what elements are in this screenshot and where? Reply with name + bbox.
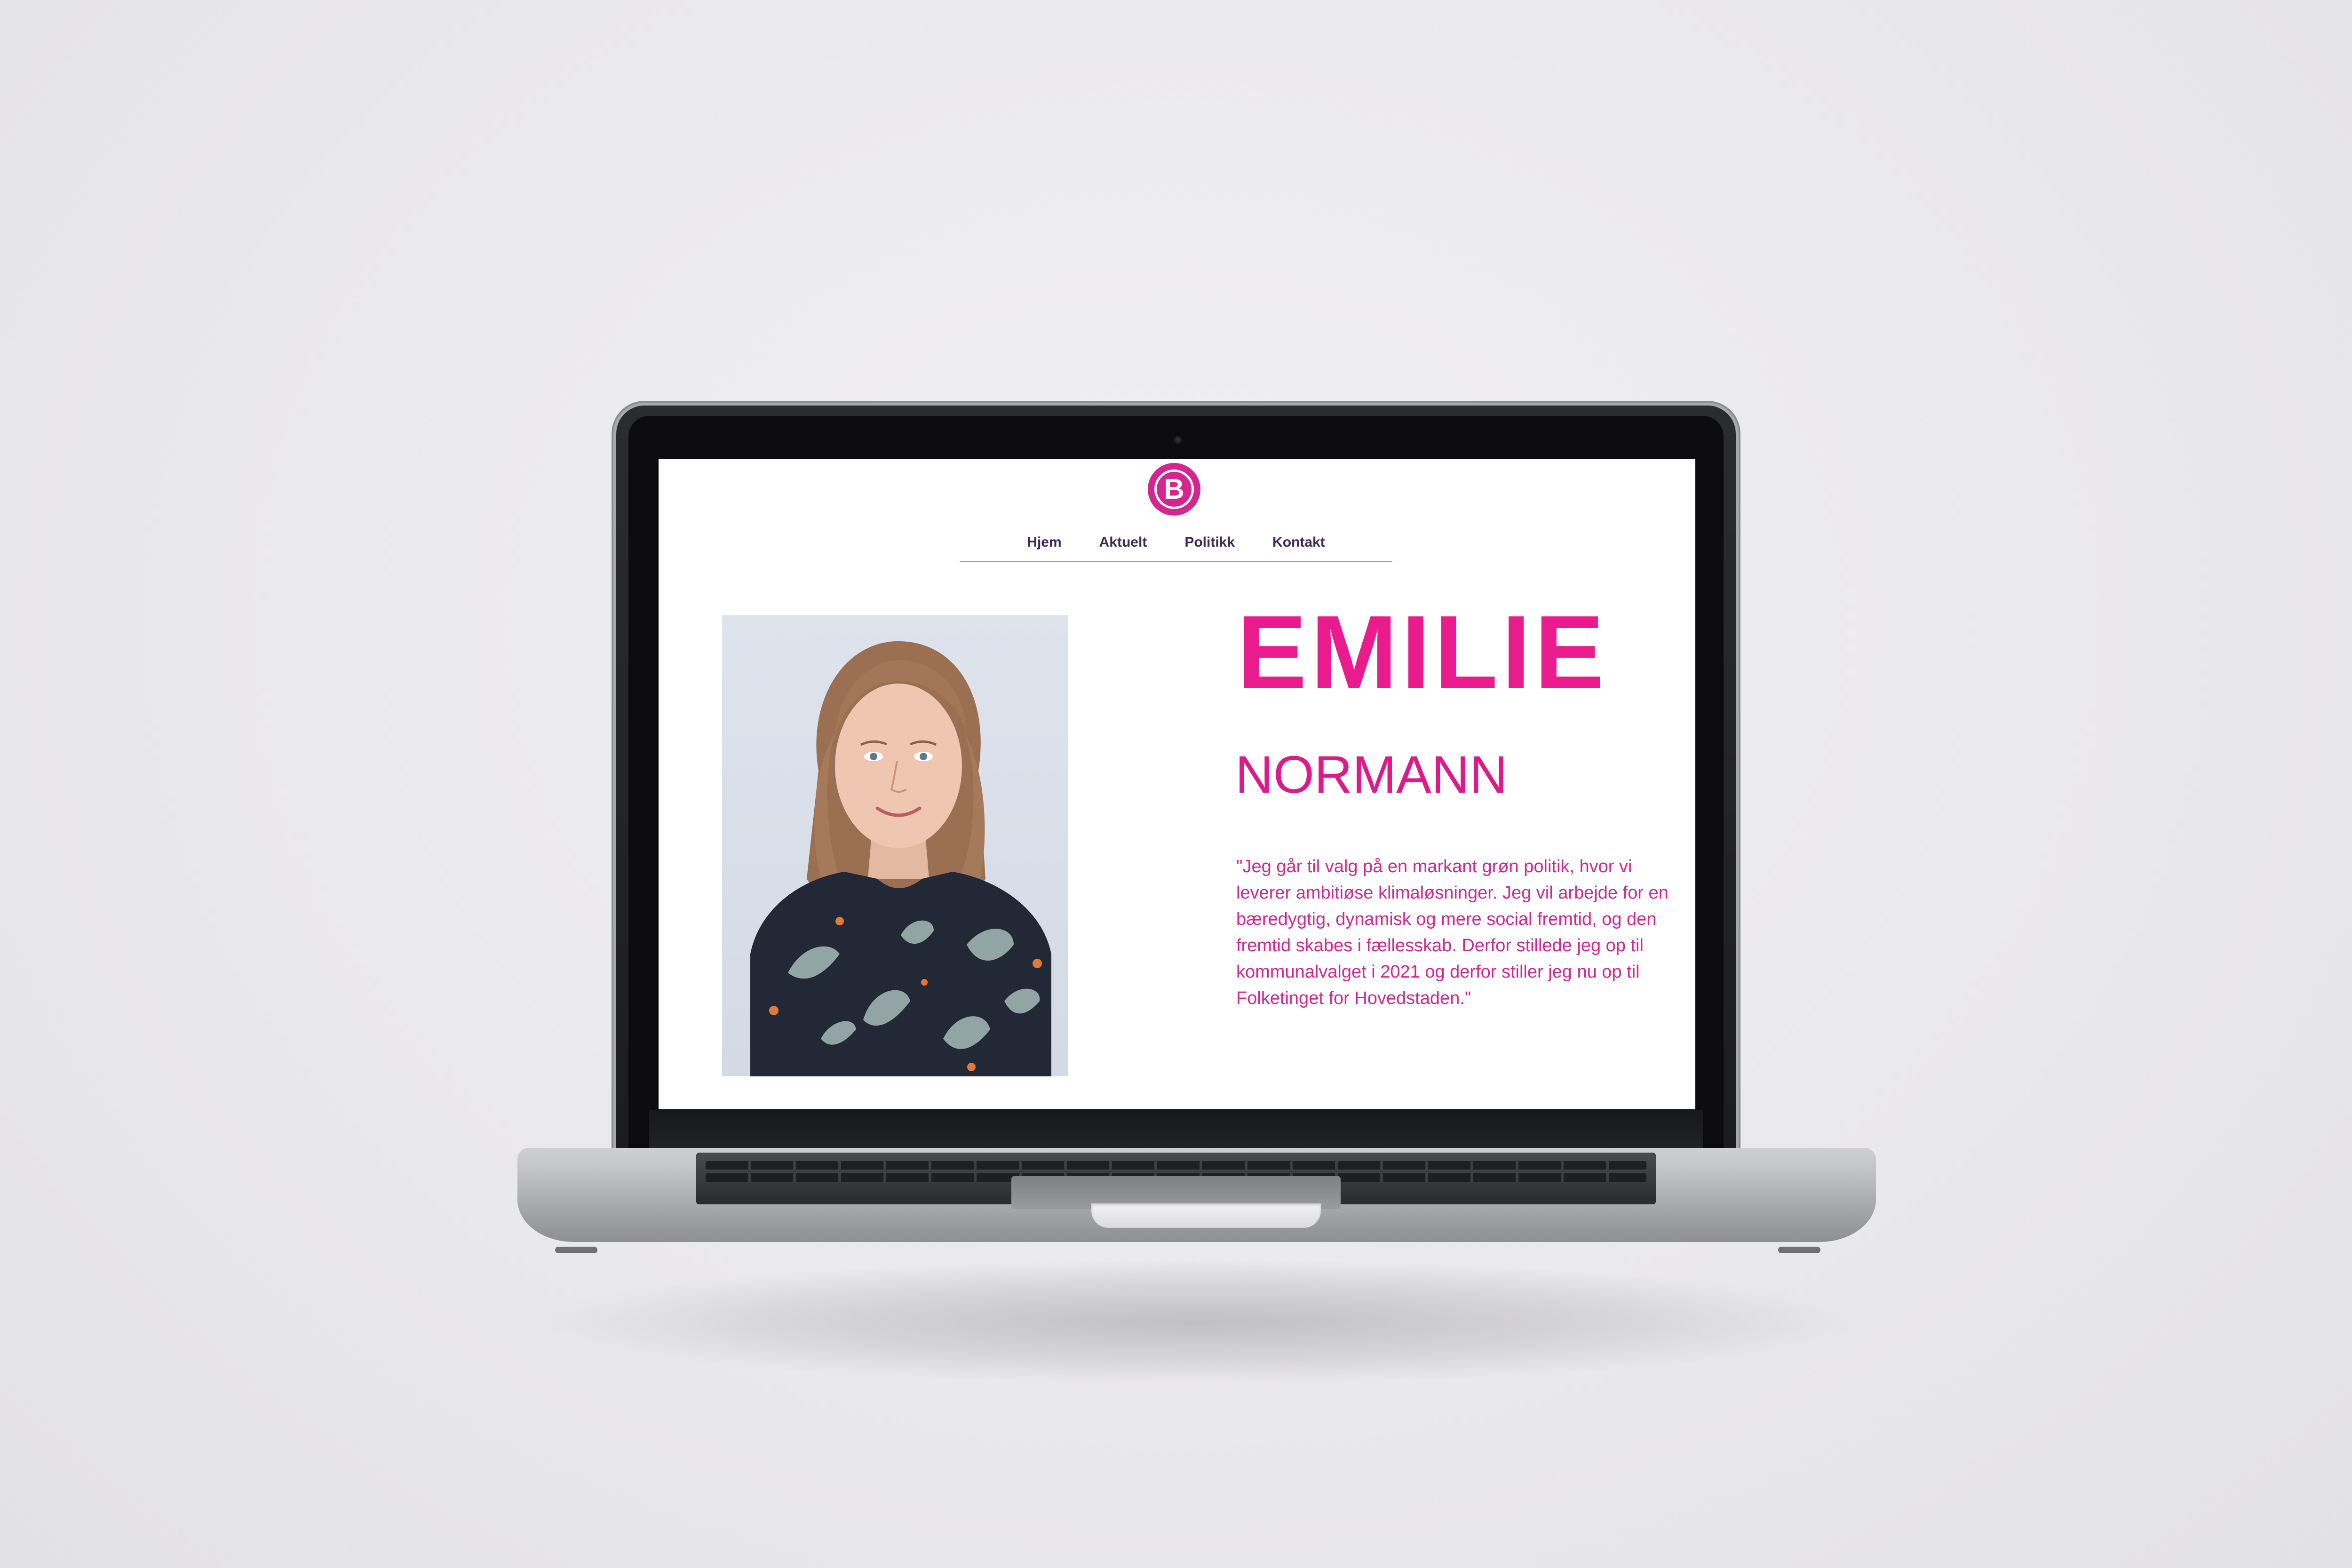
candidate-portrait xyxy=(722,615,1068,1076)
laptop-foot xyxy=(555,1247,597,1253)
nav-item-aktuelt[interactable]: Aktuelt xyxy=(1099,534,1147,550)
candidate-last-name: NORMANN xyxy=(1235,745,1508,804)
lid-opening-notch xyxy=(1091,1203,1321,1228)
keyboard-row xyxy=(706,1161,1646,1170)
laptop-foot xyxy=(1778,1247,1820,1253)
main-nav: Hjem Aktuelt Politikk Kontakt xyxy=(960,534,1392,562)
party-logo-b-icon[interactable]: B xyxy=(1148,463,1200,516)
nav-item-hjem[interactable]: Hjem xyxy=(1027,534,1061,550)
laptop-shadow xyxy=(541,1261,1858,1383)
candidate-quote: "Jeg går til valg på en markant grøn pol… xyxy=(1236,857,1669,1008)
nav-item-politikk[interactable]: Politikk xyxy=(1184,534,1235,550)
logo-letter: B xyxy=(1154,470,1194,509)
nav-item-kontakt[interactable]: Kontakt xyxy=(1272,534,1325,550)
laptop-screen: B Hjem Aktuelt Politikk Kontakt EMILIE N… xyxy=(659,459,1695,1109)
portrait-illustration xyxy=(750,641,1051,1076)
candidate-first-name: EMILIE xyxy=(1237,594,1608,711)
webcam-icon xyxy=(1174,436,1182,444)
